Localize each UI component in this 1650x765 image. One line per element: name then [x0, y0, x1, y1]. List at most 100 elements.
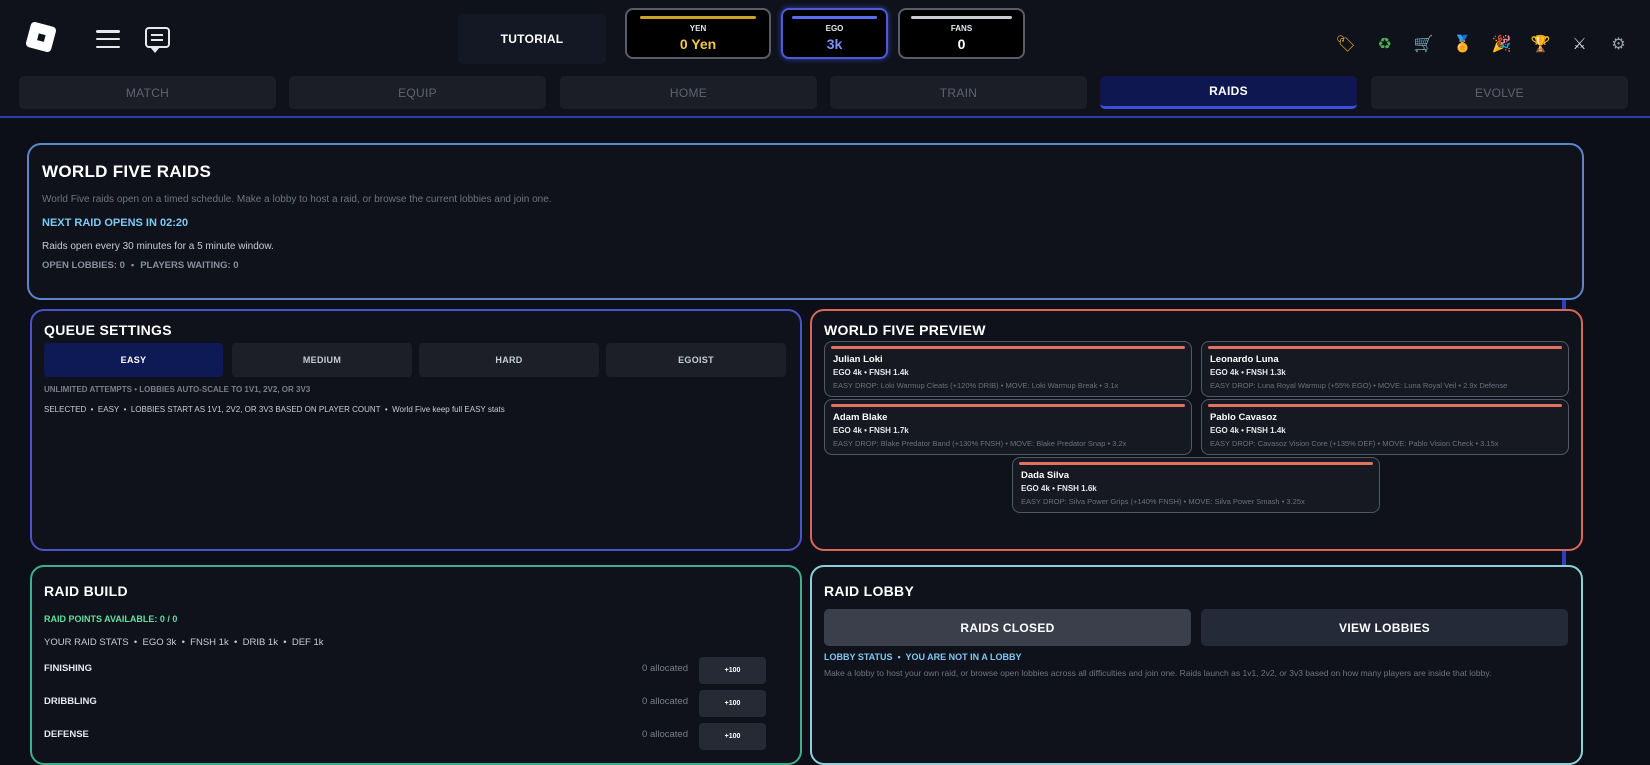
- view-lobbies-button[interactable]: VIEW LOBBIES: [1201, 609, 1568, 646]
- lobby-description: Make a lobby to host your own raid, or b…: [824, 668, 1492, 678]
- player-drop: EASY DROP: Luna Royal Warmup (+55% EGO) …: [1210, 381, 1508, 390]
- lobby-status: LOBBY STATUS • YOU ARE NOT IN A LOBBY: [824, 652, 1022, 662]
- top-right-icons: 🏷 ♻ 🛒 🏅 🎉 🏆 ⚔ ⚙: [1326, 28, 1638, 58]
- build-row-allocated: 0 allocated: [642, 696, 688, 707]
- player-card-bar: [831, 346, 1185, 349]
- hamburger-menu-icon[interactable]: [96, 30, 120, 48]
- build-row-allocated: 0 allocated: [642, 663, 688, 674]
- main-tabs: MATCH EQUIP HOME TRAIN RAIDS EVOLVE: [0, 66, 1650, 118]
- tab-raids[interactable]: RAIDS: [1100, 76, 1357, 109]
- player-card-bar: [1019, 462, 1373, 465]
- fans-bar: [911, 16, 1012, 19]
- queue-settings-panel: QUEUE SETTINGS EASY MEDIUM HARD EGOIST U…: [30, 309, 802, 551]
- recycle-icon[interactable]: ♻: [1365, 28, 1404, 58]
- player-card[interactable]: Pablo Cavasoz EGO 4k • FNSH 1.4k EASY DR…: [1201, 399, 1569, 455]
- yen-value: 0 Yen: [679, 36, 717, 52]
- add-dribbling-button[interactable]: +100: [699, 690, 766, 717]
- yen-label: YEN: [689, 24, 707, 33]
- separator: •: [130, 260, 135, 271]
- world-five-preview-panel: WORLD FIVE PREVIEW Julian Loki EGO 4k • …: [810, 309, 1583, 551]
- tab-home[interactable]: HOME: [560, 76, 817, 109]
- fans-stat: FANS 0: [898, 8, 1025, 59]
- add-finishing-button[interactable]: +100: [699, 657, 766, 684]
- player-name: Adam Blake: [833, 412, 888, 423]
- raid-build-title: RAID BUILD: [44, 583, 128, 599]
- build-row-label: DRIBBLING: [44, 696, 97, 707]
- player-drop: EASY DROP: Blake Predator Band (+130% FN…: [833, 439, 1127, 448]
- player-name: Pablo Cavasoz: [1210, 412, 1278, 423]
- queue-selected-line: SELECTED • EASY • LOBBIES START AS 1V1, …: [44, 405, 505, 414]
- player-card-bar: [1208, 346, 1562, 349]
- build-row-defense: DEFENSE 0 allocated +100: [44, 723, 784, 751]
- tag-icon[interactable]: 🏷: [1326, 28, 1365, 58]
- header-description: World Five raids open on a timed schedul…: [42, 194, 552, 205]
- queue-settings-title: QUEUE SETTINGS: [44, 322, 172, 338]
- yen-stat: YEN 0 Yen: [625, 8, 771, 59]
- raid-points-available: RAID POINTS AVAILABLE: 0 / 0: [44, 614, 178, 624]
- raid-lobby-panel: RAID LOBBY RAIDS CLOSED VIEW LOBBIES LOB…: [810, 565, 1583, 765]
- trophy-icon[interactable]: 🏆: [1521, 28, 1560, 58]
- raid-lobby-title: RAID LOBBY: [824, 583, 915, 599]
- tab-evolve[interactable]: EVOLVE: [1371, 76, 1628, 109]
- player-drop: EASY DROP: Cavasoz Vision Core (+135% DE…: [1210, 439, 1499, 448]
- player-name: Dada Silva: [1021, 470, 1070, 481]
- ego-label: EGO: [825, 24, 844, 33]
- player-stats: EGO 4k • FNSH 1.3k: [1210, 368, 1286, 377]
- gear-icon[interactable]: ⚙: [1599, 28, 1638, 58]
- build-row-dribbling: DRIBBLING 0 allocated +100: [44, 690, 784, 718]
- raid-build-panel: RAID BUILD RAID POINTS AVAILABLE: 0 / 0 …: [30, 565, 802, 765]
- build-row-allocated: 0 allocated: [642, 729, 688, 740]
- ego-value: 3k: [826, 36, 843, 52]
- fans-label: FANS: [950, 24, 973, 33]
- difficulty-easy-button[interactable]: EASY: [44, 343, 223, 377]
- fans-value: 0: [957, 36, 966, 52]
- open-lobbies-count: OPEN LOBBIES: 0: [42, 260, 125, 271]
- difficulty-hard-button[interactable]: HARD: [419, 343, 599, 377]
- lobby-counts: OPEN LOBBIES: 0 • PLAYERS WAITING: 0: [42, 260, 239, 271]
- preview-title: WORLD FIVE PREVIEW: [824, 322, 986, 338]
- raid-stats-line: YOUR RAID STATS • EGO 3k • FNSH 1k • DRI…: [44, 637, 324, 648]
- raid-schedule: Raids open every 30 minutes for a 5 minu…: [42, 241, 274, 252]
- top-bar: TUTORIAL YEN 0 Yen EGO 3k FANS 0 🏷 ♻ 🛒 🏅…: [0, 0, 1650, 66]
- ego-stat: EGO 3k: [781, 8, 888, 59]
- player-stats: EGO 4k • FNSH 1.4k: [1210, 426, 1286, 435]
- next-raid-timer: NEXT RAID OPENS IN 02:20: [42, 217, 189, 229]
- player-card[interactable]: Adam Blake EGO 4k • FNSH 1.7k EASY DROP:…: [824, 399, 1192, 455]
- player-card[interactable]: Dada Silva EGO 4k • FNSH 1.6k EASY DROP:…: [1012, 457, 1380, 513]
- raids-header-panel: WORLD FIVE RAIDS World Five raids open o…: [27, 143, 1584, 300]
- queue-info-line: UNLIMITED ATTEMPTS • LOBBIES AUTO-SCALE …: [44, 385, 311, 394]
- player-drop: EASY DROP: Silva Power Grips (+140% FNSH…: [1021, 497, 1305, 506]
- tutorial-button[interactable]: TUTORIAL: [458, 14, 606, 64]
- player-drop: EASY DROP: Loki Warmup Cleats (+120% DRI…: [833, 381, 1119, 390]
- crossed-swords-icon[interactable]: ⚔: [1560, 28, 1599, 58]
- roblox-logo-icon: [25, 21, 57, 53]
- player-name: Julian Loki: [833, 354, 883, 365]
- player-stats: EGO 4k • FNSH 1.7k: [833, 426, 909, 435]
- raids-closed-button[interactable]: RAIDS CLOSED: [824, 609, 1191, 646]
- cart-icon[interactable]: 🛒: [1404, 28, 1443, 58]
- player-card[interactable]: Julian Loki EGO 4k • FNSH 1.4k EASY DROP…: [824, 341, 1192, 397]
- party-popper-icon[interactable]: 🎉: [1482, 28, 1521, 58]
- players-waiting-count: PLAYERS WAITING: 0: [140, 260, 239, 271]
- add-defense-button[interactable]: +100: [699, 723, 766, 750]
- tab-train[interactable]: TRAIN: [830, 76, 1087, 109]
- tab-equip[interactable]: EQUIP: [289, 76, 546, 109]
- build-row-finishing: FINISHING 0 allocated +100: [44, 657, 784, 685]
- player-stats: EGO 4k • FNSH 1.4k: [833, 368, 909, 377]
- player-stats: EGO 4k • FNSH 1.6k: [1021, 484, 1097, 493]
- ego-bar: [792, 16, 877, 19]
- player-card-bar: [1208, 404, 1562, 407]
- page-title: WORLD FIVE RAIDS: [42, 162, 212, 181]
- difficulty-egoist-button[interactable]: EGOIST: [606, 343, 786, 377]
- yen-bar: [639, 16, 757, 19]
- player-name: Leonardo Luna: [1210, 354, 1279, 365]
- difficulty-medium-button[interactable]: MEDIUM: [232, 343, 412, 377]
- tab-match[interactable]: MATCH: [19, 76, 276, 109]
- player-card[interactable]: Leonardo Luna EGO 4k • FNSH 1.3k EASY DR…: [1201, 341, 1569, 397]
- build-row-label: FINISHING: [44, 663, 93, 674]
- chat-icon[interactable]: [145, 27, 170, 53]
- player-card-bar: [831, 404, 1185, 407]
- roblox-logo-button[interactable]: [25, 21, 57, 53]
- build-row-label: DEFENSE: [44, 729, 89, 740]
- medal-icon[interactable]: 🏅: [1443, 28, 1482, 58]
